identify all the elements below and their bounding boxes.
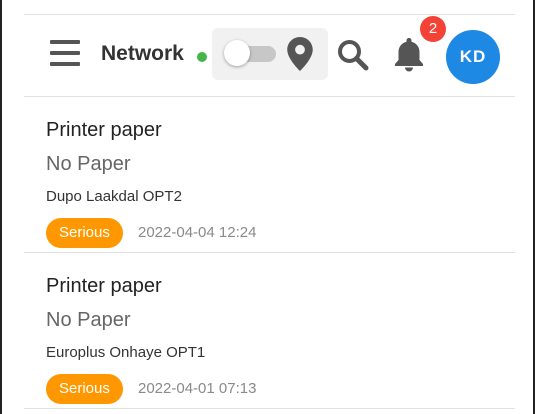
severity-badge: Serious [46, 218, 123, 248]
location-toggle[interactable] [224, 40, 276, 66]
map-pin-icon[interactable] [287, 37, 313, 71]
alert-site: Europlus Onhaye OPT1 [46, 344, 206, 361]
top-divider [24, 14, 515, 15]
user-avatar[interactable]: KD [446, 30, 500, 84]
network-status-dot [197, 52, 207, 62]
alert-list: Printer paper No Paper Dupo Laakdal OPT2… [24, 97, 515, 409]
network-title: Network [101, 42, 184, 65]
alert-status: No Paper [46, 153, 131, 175]
window-border-left [0, 0, 2, 414]
app-header: Network 2 KD [24, 16, 515, 97]
app-root: Network 2 KD Printer paper No Paper Dupo… [24, 0, 515, 414]
alert-title: Printer paper [46, 275, 162, 297]
search-icon[interactable] [336, 38, 370, 72]
alert-timestamp: 2022-04-04 12:24 [138, 224, 257, 241]
alert-list-item[interactable]: Printer paper No Paper Europlus Onhaye O… [24, 253, 515, 409]
alert-status: No Paper [46, 309, 131, 331]
bell-icon[interactable] [392, 36, 426, 72]
notification-count-badge: 2 [420, 16, 446, 42]
alert-timestamp: 2022-04-01 07:13 [138, 380, 257, 397]
severity-badge: Serious [46, 374, 123, 404]
alert-site: Dupo Laakdal OPT2 [46, 188, 182, 205]
menu-icon[interactable] [50, 40, 80, 66]
toggle-knob [224, 40, 250, 66]
alert-title: Printer paper [46, 119, 162, 141]
alert-list-item[interactable]: Printer paper No Paper Dupo Laakdal OPT2… [24, 97, 515, 253]
